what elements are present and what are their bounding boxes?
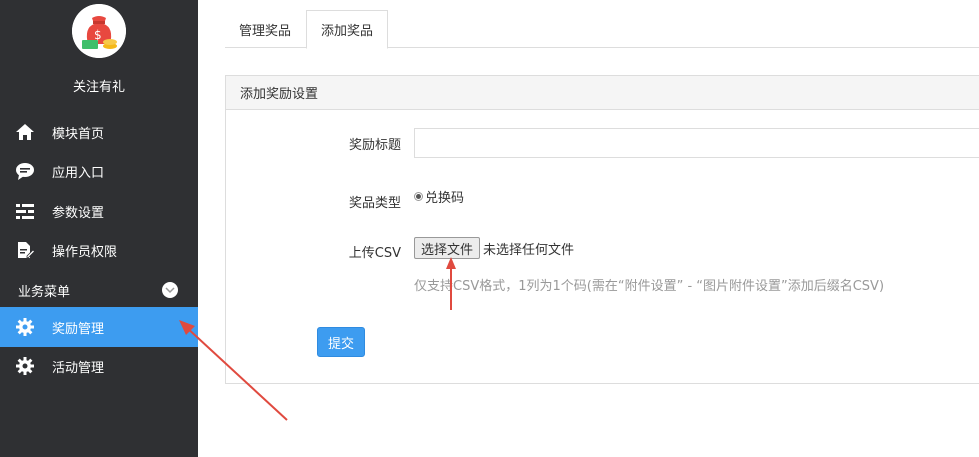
chevron-down-icon[interactable] (162, 282, 178, 298)
sidebar-item-module-home[interactable]: 模块首页 (0, 112, 198, 152)
prize-type-label: 奖品类型 (348, 196, 401, 211)
upload-hint: 仅支持CSV格式，1列为1个码(需在“附件设置” - “图片附件设置”添加后缀名… (414, 279, 885, 294)
gear-icon (14, 316, 36, 338)
sidebar-item-app-entry[interactable]: 应用入口 (0, 151, 198, 191)
reward-title-label: 奖励标题 (348, 138, 401, 153)
prize-type-option: 兑换码 (425, 191, 465, 206)
panel-title: 添加奖励设置 (226, 76, 979, 110)
sidebar-item-label: 模块首页 (52, 126, 105, 142)
chat-bubble-icon (14, 160, 36, 182)
sidebar-item-activity-management[interactable]: 活动管理 (0, 346, 198, 386)
edit-document-icon (14, 239, 36, 261)
sidebar: $ 关注有礼 模块首页 应用入口 参数设置 操作员权限 业务菜单 奖励管理 活动… (0, 0, 198, 457)
sidebar-item-label: 参数设置 (52, 205, 105, 221)
app-name: 关注有礼 (72, 80, 125, 95)
sidebar-item-reward-management[interactable]: 奖励管理 (0, 307, 198, 347)
app-logo: $ (72, 4, 126, 58)
radio-selected[interactable] (414, 192, 423, 201)
reward-title-input[interactable] (414, 128, 979, 158)
sidebar-item-label: 奖励管理 (52, 321, 105, 337)
gear-icon (14, 355, 36, 377)
home-icon (14, 121, 36, 143)
list-settings-icon (14, 200, 36, 222)
add-reward-panel: 添加奖励设置 奖励标题 奖品类型 兑换码 上传CSV 选择文件 未选择任何文件 … (225, 75, 979, 384)
sidebar-item-label: 活动管理 (52, 360, 105, 376)
sidebar-item-label: 应用入口 (52, 165, 105, 181)
submit-button[interactable]: 提交 (317, 327, 365, 357)
file-status: 未选择任何文件 (483, 243, 575, 258)
prize-type-radio[interactable]: 兑换码 (414, 187, 464, 206)
tab-add-prize[interactable]: 添加奖品 (306, 10, 389, 49)
upload-csv-label: 上传CSV (348, 246, 401, 261)
sidebar-item-label: 操作员权限 (52, 244, 118, 260)
tab-manage-prizes[interactable]: 管理奖品 (225, 10, 305, 48)
sidebar-item-param-settings[interactable]: 参数设置 (0, 191, 198, 231)
svg-text:$: $ (94, 28, 102, 42)
business-menu-header[interactable]: 业务菜单 (0, 276, 198, 304)
tab-bar: 管理奖品 添加奖品 (225, 10, 979, 49)
sidebar-item-operator-permissions[interactable]: 操作员权限 (0, 230, 198, 270)
section-title: 业务菜单 (18, 284, 71, 300)
choose-file-button[interactable]: 选择文件 (414, 237, 481, 259)
